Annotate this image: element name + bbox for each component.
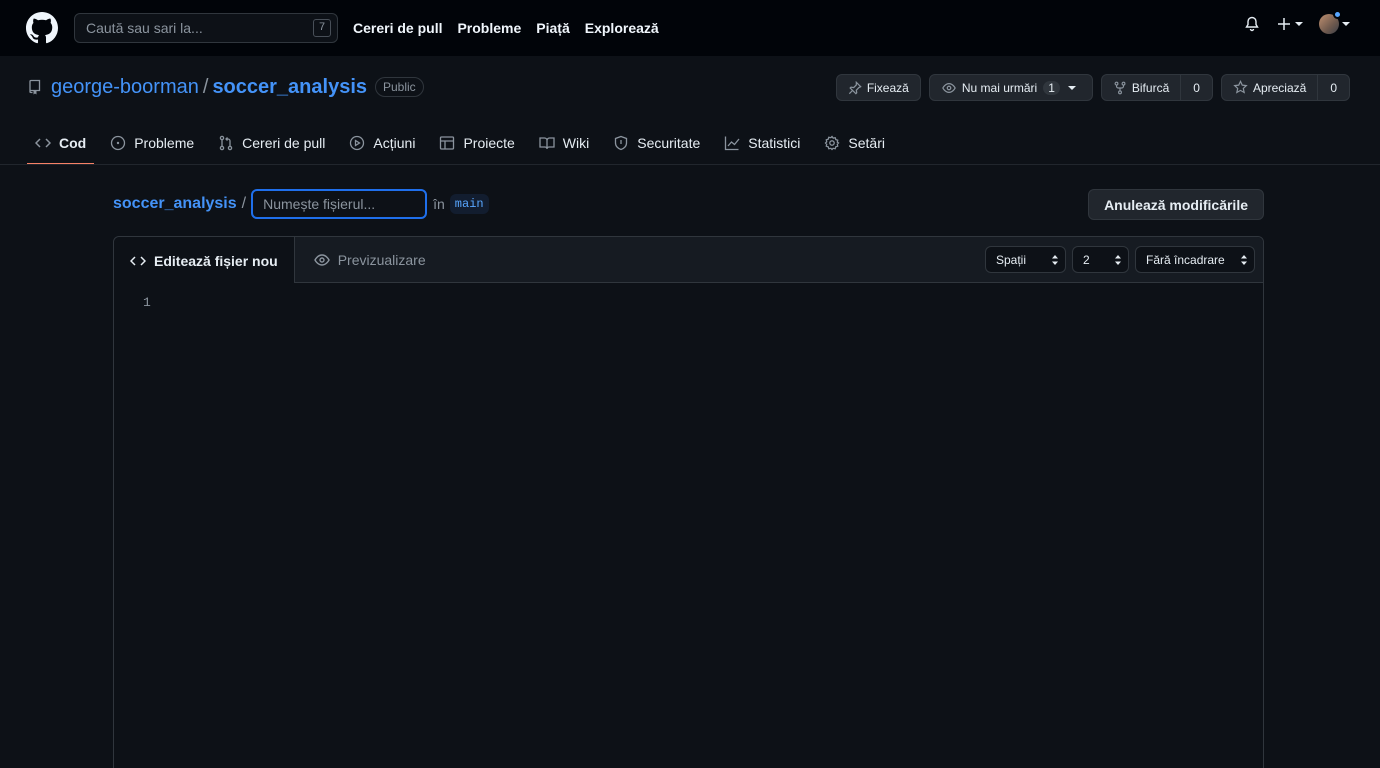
fork-count[interactable]: 0: [1180, 75, 1212, 100]
fork-icon: [1114, 81, 1126, 94]
search-placeholder: Caută sau sari la...: [86, 20, 203, 36]
tab-settings[interactable]: Setări: [816, 120, 893, 165]
gear-icon: [824, 135, 840, 150]
nav-marketplace[interactable]: Piață: [536, 20, 569, 36]
editor-toolbar: Editează fișier nou Previzualizare Spați…: [114, 237, 1263, 284]
repo-icon: [29, 79, 41, 95]
fork-button[interactable]: Bifurcă 0: [1100, 74, 1213, 101]
user-menu-button[interactable]: [1319, 10, 1350, 34]
chevron-down-icon: [1295, 22, 1303, 26]
wrap-mode-select[interactable]: Fără încadrare: [1135, 246, 1255, 273]
tab-pull-requests-label: Cereri de pull: [242, 134, 326, 151]
tab-pull-requests[interactable]: Cereri de pull: [210, 120, 333, 165]
github-logo-icon[interactable]: [26, 12, 58, 44]
tab-preview[interactable]: Previzualizare: [295, 237, 442, 283]
global-nav: Cereri de pull Probleme Piață Explorează: [353, 20, 674, 36]
code-icon: [35, 137, 51, 148]
book-icon: [539, 136, 555, 149]
repo-owner-link[interactable]: george-boorman: [51, 76, 199, 99]
tab-code[interactable]: Cod: [27, 120, 95, 165]
search-input[interactable]: Caută sau sari la... 7: [74, 13, 338, 43]
eye-icon: [313, 254, 330, 266]
header-actions: [1228, 10, 1350, 34]
repo-title: george-boorman / soccer_analysis Public: [27, 72, 424, 102]
line-number: 1: [143, 295, 151, 310]
indent-size-value: 2: [1083, 252, 1090, 267]
branch-in-label: în: [433, 196, 445, 212]
tab-insights[interactable]: Statistici: [716, 120, 808, 165]
eye-icon: [942, 82, 956, 93]
star-icon: [1233, 80, 1248, 94]
table-icon: [440, 135, 455, 150]
pin-button[interactable]: Fixează: [835, 74, 921, 101]
tab-issues[interactable]: Probleme: [102, 120, 202, 165]
editor-options: Spații 2 Fără încadrare: [979, 237, 1263, 282]
issue-icon: [111, 135, 126, 150]
sort-arrows-icon: [1052, 254, 1058, 265]
plus-icon: [1278, 18, 1290, 30]
pull-request-icon: [219, 135, 233, 150]
chevron-down-icon: [1342, 22, 1350, 26]
branch-badge: main: [449, 194, 489, 214]
tab-wiki-label: Wiki: [562, 134, 590, 151]
pin-label: Fixează: [866, 80, 909, 95]
tab-wiki[interactable]: Wiki: [531, 120, 597, 165]
sort-arrows-icon: [1115, 254, 1121, 265]
tab-actions[interactable]: Acțiuni: [341, 120, 423, 165]
tab-security[interactable]: Securitate: [605, 120, 708, 165]
watch-button[interactable]: Nu mai urmări 1: [928, 74, 1093, 101]
tabs-divider: [0, 164, 1380, 165]
breadcrumb-repo-link[interactable]: soccer_analysis: [113, 195, 237, 213]
indent-mode-value: Spații: [996, 252, 1027, 267]
file-editor: Editează fișier nou Previzualizare Spați…: [113, 236, 1264, 768]
wrap-mode-value: Fără încadrare: [1146, 252, 1225, 267]
star-button[interactable]: Apreciază 0: [1220, 74, 1350, 101]
repo-actions: Fixează Nu mai urmări 1 Bifurcă 0 Apreci…: [828, 74, 1350, 101]
tab-issues-label: Probleme: [134, 134, 195, 151]
tab-projects[interactable]: Proiecte: [431, 120, 522, 165]
fork-label: Bifurcă: [1131, 80, 1170, 95]
shield-icon: [615, 135, 628, 150]
nav-pull-requests[interactable]: Cereri de pull: [353, 20, 442, 36]
indent-mode-select[interactable]: Spații: [985, 246, 1066, 273]
tab-preview-label: Previzualizare: [337, 252, 426, 268]
tab-security-label: Securitate: [637, 134, 701, 151]
tab-projects-label: Proiecte: [463, 134, 515, 151]
file-path-row: soccer_analysis / Numește fișierul... în…: [113, 189, 489, 219]
search-shortcut-key: 7: [313, 19, 331, 37]
repo-tabs: Cod Probleme Cereri de pull Acțiuni Proi…: [27, 120, 901, 165]
code-icon: [130, 255, 146, 266]
tab-actions-label: Acțiuni: [373, 134, 416, 151]
play-icon: [350, 135, 365, 150]
breadcrumb-separator: /: [241, 195, 247, 212]
star-count[interactable]: 0: [1317, 75, 1349, 100]
avatar: [1319, 10, 1342, 34]
repo-name-link[interactable]: soccer_analysis: [212, 76, 367, 99]
pin-icon: [848, 80, 862, 95]
filename-input[interactable]: Numește fișierul...: [251, 189, 428, 219]
tab-code-label: Cod: [59, 134, 87, 151]
code-editor-area[interactable]: 1: [114, 283, 1263, 768]
visibility-badge: Public: [375, 77, 424, 97]
nav-explore[interactable]: Explorează: [585, 20, 659, 36]
tab-edit-new-file[interactable]: Editează fișier nou: [114, 237, 295, 284]
graph-icon: [725, 136, 740, 150]
watch-label: Nu mai urmări: [961, 80, 1038, 95]
chevron-down-icon: [1067, 85, 1076, 90]
create-new-button[interactable]: [1276, 16, 1303, 32]
global-header: Caută sau sari la... 7 Cereri de pull Pr…: [0, 0, 1380, 56]
bell-icon[interactable]: [1244, 16, 1260, 32]
nav-issues[interactable]: Probleme: [457, 20, 521, 36]
cancel-changes-button[interactable]: Anulează modificările: [1088, 189, 1264, 220]
indent-size-select[interactable]: 2: [1072, 246, 1129, 273]
filename-placeholder: Numește fișierul...: [263, 196, 376, 212]
sort-arrows-icon: [1241, 254, 1247, 265]
tab-settings-label: Setări: [848, 134, 885, 151]
watch-count: 1: [1043, 80, 1060, 95]
repo-separator: /: [202, 75, 209, 98]
star-label: Apreciază: [1252, 80, 1307, 95]
tab-insights-label: Statistici: [748, 134, 801, 151]
tab-edit-label: Editează fișier nou: [154, 252, 278, 269]
